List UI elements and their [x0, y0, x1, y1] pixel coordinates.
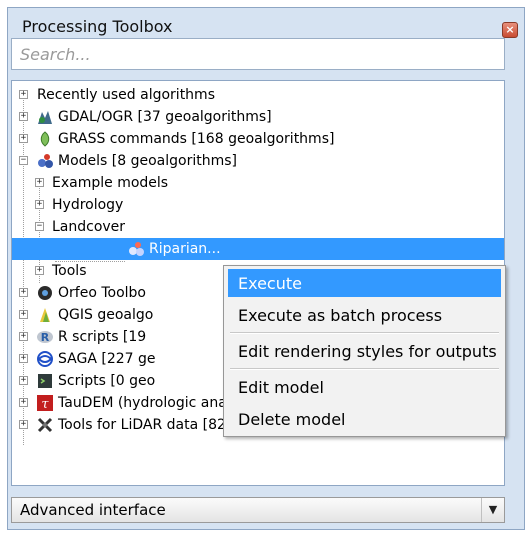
lidar-icon	[36, 416, 54, 434]
menu-item-execute-batch[interactable]: Execute as batch process	[228, 301, 501, 329]
tree-item-gdal[interactable]: + GDAL/OGR [37 geoalgorithms]	[12, 106, 504, 128]
tree-item-label: SAGA [227 ge	[58, 351, 156, 367]
menu-item-delete-model[interactable]: Delete model	[228, 405, 501, 433]
collapse-icon[interactable]: −	[35, 222, 44, 231]
tree-item-label: R scripts [19	[58, 329, 147, 345]
menu-item-label: Edit rendering styles for outputs	[238, 342, 497, 361]
qgis-icon	[36, 306, 54, 324]
tree-item-landcover[interactable]: − Landcover	[12, 216, 504, 238]
expand-icon[interactable]: +	[19, 376, 28, 385]
gdal-icon	[36, 108, 54, 126]
tree-item-label: Recently used algorithms	[37, 87, 215, 103]
tree-item-example-models[interactable]: + Example models	[12, 172, 504, 194]
expand-icon[interactable]: +	[19, 398, 28, 407]
tree-item-label: GRASS commands [168 geoalgorithms]	[58, 131, 335, 147]
interface-mode-select[interactable]: Advanced interface ▼	[11, 497, 505, 523]
collapse-icon[interactable]: −	[19, 156, 28, 165]
expand-icon[interactable]: +	[35, 266, 44, 275]
scripts-icon	[36, 372, 54, 390]
panel-titlebar[interactable]: Processing Toolbox ×	[8, 8, 524, 42]
r-icon: R	[36, 328, 54, 346]
search-input[interactable]	[12, 39, 504, 69]
menu-item-label: Execute	[238, 274, 302, 293]
tree-item-label: QGIS geoalgo	[58, 307, 154, 323]
menu-item-label: Edit model	[238, 378, 324, 397]
menu-item-label: Delete model	[238, 410, 346, 429]
expand-icon[interactable]: +	[19, 354, 28, 363]
chevron-down-icon[interactable]: ▼	[481, 498, 504, 522]
tree-item-label: Riparian...	[149, 241, 221, 257]
expand-icon[interactable]: +	[35, 200, 44, 209]
tree-item-label: Models [8 geoalgorithms]	[58, 153, 237, 169]
tree-item-hydrology[interactable]: + Hydrology	[12, 194, 504, 216]
menu-item-edit-model[interactable]: Edit model	[228, 373, 501, 401]
expand-icon[interactable]: +	[19, 332, 28, 341]
expand-icon[interactable]: +	[19, 90, 28, 99]
tree-item-recently-used[interactable]: + Recently used algorithms	[12, 84, 504, 106]
tree-item-label: Landcover	[52, 219, 126, 235]
search-box[interactable]	[11, 38, 505, 70]
tree-item-label: Example models	[52, 175, 169, 191]
expand-icon[interactable]: +	[19, 134, 28, 143]
panel-title: Processing Toolbox	[22, 17, 173, 36]
svg-text:R: R	[41, 331, 50, 344]
models-icon	[36, 152, 54, 170]
orfeo-icon	[36, 284, 54, 302]
saga-icon	[36, 350, 54, 368]
tree-item-label: GDAL/OGR [37 geoalgorithms]	[58, 109, 272, 125]
expand-icon[interactable]: +	[19, 310, 28, 319]
expand-icon[interactable]: +	[19, 420, 28, 429]
menu-item-edit-rendering-styles[interactable]: Edit rendering styles for outputs	[228, 337, 501, 365]
tree-item-label: Orfeo Toolbo	[58, 285, 146, 301]
tree-item-models[interactable]: − Models [8 geoalgorithms]	[12, 150, 504, 172]
menu-separator	[230, 332, 499, 334]
taudem-icon: τ	[36, 394, 54, 412]
menu-item-execute[interactable]: Execute	[228, 269, 501, 297]
context-menu: Execute Execute as batch process Edit re…	[223, 265, 506, 437]
tree-item-riparian-model[interactable]: Riparian...	[12, 238, 504, 260]
expand-icon[interactable]: +	[35, 178, 44, 187]
tree-item-grass[interactable]: + GRASS commands [168 geoalgorithms]	[12, 128, 504, 150]
expand-icon[interactable]: +	[19, 288, 28, 297]
menu-separator	[230, 368, 499, 370]
interface-mode-value: Advanced interface	[20, 501, 166, 519]
tree-item-label: Hydrology	[52, 197, 124, 213]
menu-item-label: Execute as batch process	[238, 306, 443, 325]
tree-item-label: Scripts [0 geo	[58, 373, 156, 389]
grass-icon	[36, 130, 54, 148]
close-button[interactable]: ×	[502, 22, 518, 38]
expand-icon[interactable]: +	[19, 112, 28, 121]
svg-text:τ: τ	[41, 397, 49, 412]
model-icon	[127, 240, 145, 258]
tree-item-label: Tools	[52, 263, 87, 279]
